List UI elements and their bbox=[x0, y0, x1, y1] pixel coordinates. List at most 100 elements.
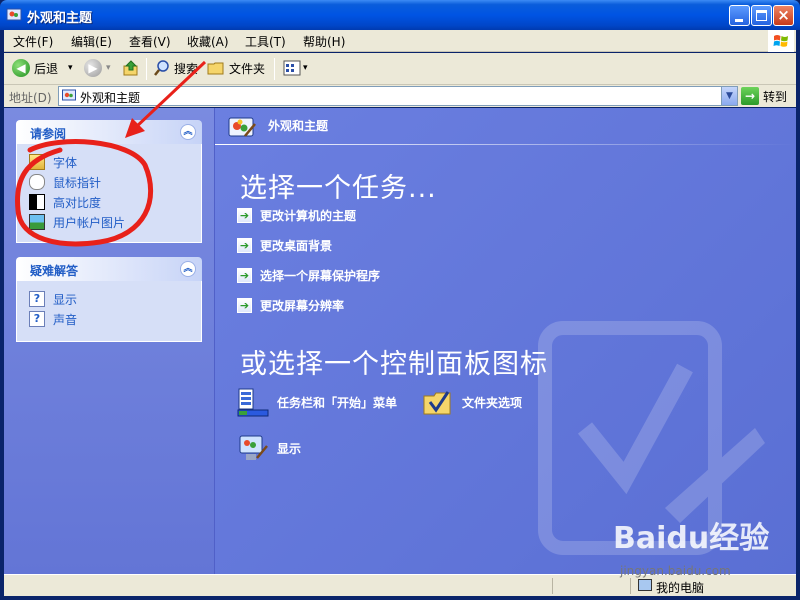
search-button[interactable]: 搜索 bbox=[153, 59, 198, 77]
cp-folder-options[interactable]: 文件夹选项 bbox=[422, 386, 522, 418]
cp-display-label: 显示 bbox=[277, 441, 302, 456]
link-user-account-picture[interactable]: 用户帐户图片 bbox=[29, 212, 201, 232]
views-button[interactable]: ▾ bbox=[283, 59, 308, 77]
views-icon bbox=[283, 60, 301, 76]
cp-folder-options-label: 文件夹选项 bbox=[462, 395, 523, 410]
header-divider bbox=[215, 144, 796, 145]
menu-help[interactable]: 帮助(H) bbox=[303, 33, 345, 50]
go-button[interactable]: → 转到 bbox=[741, 87, 787, 105]
troubleshoot-panel: 疑难解答 ︽ ? 显示 ? 声音 bbox=[16, 257, 202, 342]
title-bar[interactable]: 外观和主题 × bbox=[0, 0, 800, 30]
font-folder-icon bbox=[29, 154, 45, 170]
taskbar-icon bbox=[237, 388, 269, 417]
go-label: 转到 bbox=[763, 89, 788, 104]
task-resolution[interactable]: ➔ 更改屏幕分辨率 bbox=[237, 297, 344, 314]
task-change-background[interactable]: ➔ 更改桌面背景 bbox=[237, 237, 332, 254]
menu-view[interactable]: 查看(V) bbox=[129, 33, 171, 50]
link-display-troubleshoot[interactable]: ? 显示 bbox=[29, 289, 201, 309]
help-icon: ? bbox=[29, 311, 45, 327]
picture-icon bbox=[29, 214, 45, 230]
menu-edit[interactable]: 编辑(E) bbox=[71, 33, 112, 50]
menu-tools[interactable]: 工具(T) bbox=[245, 33, 286, 50]
folders-button[interactable]: 文件夹 bbox=[207, 59, 265, 77]
explorer-window: 外观和主题 × 文件(F) 编辑(E) 查看(V) 收藏(A) 工具(T) 帮助… bbox=[0, 0, 800, 600]
contrast-icon bbox=[29, 194, 45, 210]
baidu-url-watermark: jingyan.baidu.com bbox=[620, 564, 731, 578]
forward-dropdown-icon[interactable]: ▾ bbox=[106, 63, 111, 73]
back-button[interactable]: ◀ 后退 ▾ bbox=[12, 59, 73, 77]
link-mouse-pointers-label: 鼠标指针 bbox=[53, 175, 102, 190]
link-sound-troubleshoot[interactable]: ? 声音 bbox=[29, 309, 201, 329]
folder-options-icon bbox=[423, 391, 451, 415]
menu-bar: 文件(F) 编辑(E) 查看(V) 收藏(A) 工具(T) 帮助(H) bbox=[4, 30, 796, 52]
maximize-button[interactable] bbox=[751, 5, 772, 26]
link-sound-troubleshoot-label: 声音 bbox=[53, 312, 78, 327]
appearance-themes-icon bbox=[6, 8, 22, 21]
up-folder-button[interactable] bbox=[122, 59, 140, 77]
task-change-background-label: 更改桌面背景 bbox=[260, 239, 333, 253]
minimize-button[interactable] bbox=[729, 5, 750, 26]
mouse-icon bbox=[29, 174, 45, 190]
address-dropdown-icon[interactable]: ▼ bbox=[721, 87, 737, 105]
link-high-contrast[interactable]: 高对比度 bbox=[29, 192, 201, 212]
green-arrow-icon: ➔ bbox=[237, 238, 252, 253]
menu-file[interactable]: 文件(F) bbox=[13, 33, 53, 50]
status-divider bbox=[630, 578, 631, 594]
task-change-theme-label: 更改计算机的主题 bbox=[260, 209, 357, 223]
minimize-icon bbox=[735, 19, 743, 22]
task-screensaver-label: 选择一个屏幕保护程序 bbox=[260, 269, 381, 283]
cp-taskbar-start-menu[interactable]: 任务栏和「开始」菜单 bbox=[237, 386, 397, 418]
main-header: 外观和主题 bbox=[215, 108, 796, 145]
task-change-theme[interactable]: ➔ 更改计算机的主题 bbox=[237, 207, 356, 224]
troubleshoot-body: ? 显示 ? 声音 bbox=[16, 281, 202, 342]
search-label: 搜索 bbox=[174, 61, 199, 76]
address-input[interactable]: 外观和主题 ▼ bbox=[58, 86, 738, 106]
link-mouse-pointers[interactable]: 鼠标指针 bbox=[29, 172, 201, 192]
green-arrow-icon: ➔ bbox=[237, 298, 252, 313]
windows-logo bbox=[768, 30, 794, 52]
forward-button[interactable]: ▶ ▾ bbox=[84, 59, 111, 77]
task-resolution-label: 更改屏幕分辨率 bbox=[260, 299, 345, 313]
folder-icon bbox=[207, 62, 224, 75]
chevron-up-icon[interactable]: ︽ bbox=[180, 261, 196, 277]
up-folder-icon bbox=[123, 60, 138, 76]
see-also-title: 请参阅 bbox=[30, 127, 67, 141]
link-display-troubleshoot-label: 显示 bbox=[53, 292, 78, 307]
forward-arrow-glyph: ▶ bbox=[88, 61, 98, 75]
back-label: 后退 bbox=[34, 61, 59, 76]
back-arrow-glyph: ◀ bbox=[16, 61, 26, 75]
link-high-contrast-label: 高对比度 bbox=[53, 195, 102, 210]
toolbar-separator bbox=[274, 58, 275, 80]
close-button[interactable]: × bbox=[773, 5, 794, 26]
content-area: 请参阅 ︽ 字体 鼠标指针 高对比度 用户帐户图片 疑难解答 ︽ ? 显示 ? … bbox=[4, 108, 796, 574]
cp-display[interactable]: 显示 bbox=[237, 432, 301, 464]
my-computer-icon bbox=[638, 579, 652, 591]
forward-arrow-icon: ▶ bbox=[84, 59, 102, 77]
task-screensaver[interactable]: ➔ 选择一个屏幕保护程序 bbox=[237, 267, 380, 284]
address-bar: 地址(D) 外观和主题 ▼ → 转到 bbox=[4, 85, 796, 107]
appearance-themes-icon bbox=[228, 117, 256, 137]
chevron-up-icon[interactable]: ︽ bbox=[180, 124, 196, 140]
maximize-icon bbox=[756, 10, 767, 21]
folders-label: 文件夹 bbox=[229, 61, 266, 76]
search-icon bbox=[154, 60, 169, 76]
troubleshoot-header[interactable]: 疑难解答 ︽ bbox=[16, 257, 202, 281]
baidu-watermark: Baidu经验 bbox=[613, 521, 770, 556]
cp-taskbar-start-menu-label: 任务栏和「开始」菜单 bbox=[277, 395, 398, 410]
task-heading: 选择一个任务... bbox=[240, 173, 437, 204]
link-fonts-label: 字体 bbox=[53, 155, 78, 170]
see-also-body: 字体 鼠标指针 高对比度 用户帐户图片 bbox=[16, 144, 202, 243]
cp-heading: 或选择一个控制面板图标 bbox=[240, 349, 548, 380]
menu-favorites[interactable]: 收藏(A) bbox=[187, 33, 229, 50]
go-arrow-icon: → bbox=[741, 87, 759, 105]
address-label: 地址(D) bbox=[9, 91, 52, 105]
status-divider bbox=[552, 578, 553, 594]
help-icon: ? bbox=[29, 291, 45, 307]
task-pane: 请参阅 ︽ 字体 鼠标指针 高对比度 用户帐户图片 疑难解答 ︽ ? 显示 ? … bbox=[4, 108, 214, 574]
link-fonts[interactable]: 字体 bbox=[29, 152, 201, 172]
see-also-header[interactable]: 请参阅 ︽ bbox=[16, 120, 202, 144]
appearance-themes-icon bbox=[62, 89, 76, 101]
troubleshoot-title: 疑难解答 bbox=[30, 264, 79, 278]
main-panel: 外观和主题 选择一个任务... ➔ 更改计算机的主题 ➔ 更改桌面背景 ➔ 选择… bbox=[214, 108, 796, 574]
back-dropdown-icon[interactable]: ▾ bbox=[68, 63, 73, 73]
